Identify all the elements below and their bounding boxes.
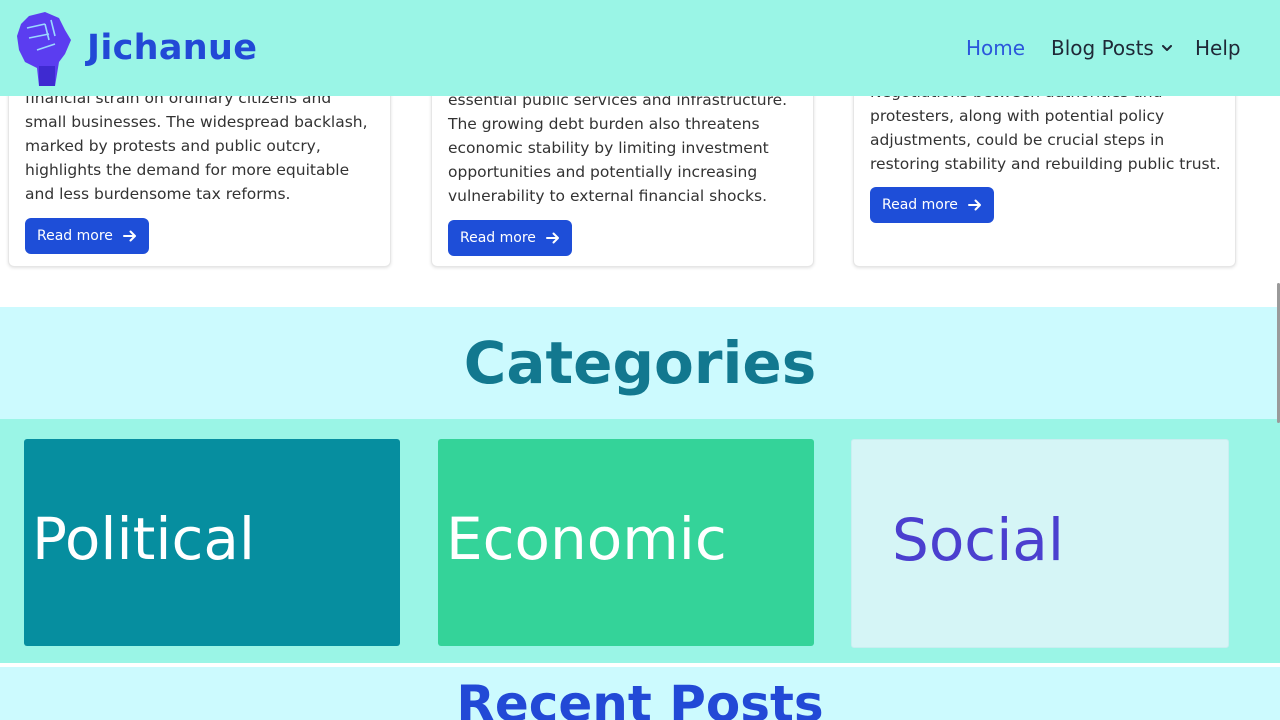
read-more-label: Read more xyxy=(37,228,113,244)
recent-posts-header: Recent Posts xyxy=(0,667,1280,720)
arrow-right-icon xyxy=(545,232,560,244)
nav-home[interactable]: Home xyxy=(966,36,1025,60)
category-economic-label: Economic xyxy=(446,505,727,573)
chevron-down-icon xyxy=(1161,44,1172,52)
categories-title: Categories xyxy=(463,329,817,397)
arrow-right-icon xyxy=(967,199,982,211)
nav-blog-posts-label: Blog Posts xyxy=(1051,36,1154,60)
read-more-button[interactable]: Read more xyxy=(870,187,994,223)
category-social-label: Social xyxy=(892,506,1064,574)
category-political[interactable]: Political xyxy=(24,439,400,646)
category-economic[interactable]: Economic xyxy=(438,439,814,646)
categories-header: Categories xyxy=(0,307,1280,419)
read-more-label: Read more xyxy=(460,230,536,246)
site-header: Jichanue Home Blog Posts Help xyxy=(0,0,1280,96)
site-brand[interactable]: Jichanue xyxy=(87,28,257,68)
nav-blog-posts[interactable]: Blog Posts xyxy=(1051,36,1172,60)
category-social[interactable]: Social xyxy=(851,439,1229,648)
post-excerpt: financial strain on ordinary citizens an… xyxy=(25,89,368,203)
category-political-label: Political xyxy=(32,505,256,573)
raised-fist-logo-icon[interactable] xyxy=(15,10,73,88)
read-more-button[interactable]: Read more xyxy=(448,220,572,256)
arrow-right-icon xyxy=(122,230,137,242)
recent-posts-title: Recent Posts xyxy=(456,675,824,720)
read-more-label: Read more xyxy=(882,197,958,213)
read-more-button[interactable]: Read more xyxy=(25,218,149,254)
post-excerpt: essential public services and infrastruc… xyxy=(448,91,788,205)
nav-help[interactable]: Help xyxy=(1195,36,1241,60)
